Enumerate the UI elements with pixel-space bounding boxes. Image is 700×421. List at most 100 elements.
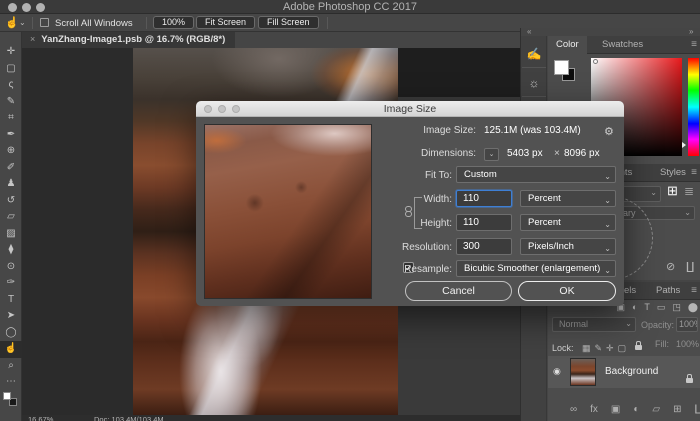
fill-screen-button[interactable]: Fill Screen <box>258 16 319 29</box>
tool-quick-selection[interactable]: ✎ <box>0 94 22 111</box>
tool-lasso[interactable]: ς <box>0 77 22 94</box>
tab-color[interactable]: Color <box>548 36 587 54</box>
tool-eraser[interactable]: ▱ <box>0 209 22 226</box>
fit-screen-button[interactable]: Fit Screen <box>196 16 255 29</box>
adjustment-layer-icon[interactable]: ◐ <box>633 404 639 415</box>
image-size-label: Image Size: <box>376 125 476 136</box>
layer-row-background[interactable]: ◉ Background <box>548 356 700 388</box>
tool-pen[interactable]: ✑ <box>0 275 22 292</box>
tool-crop[interactable]: ⌗ <box>0 110 22 127</box>
layer-effects-icon[interactable]: fx <box>590 404 598 415</box>
tool-gradient[interactable]: ▨ <box>0 226 22 243</box>
tool-preset-chevron-icon[interactable]: ⌄ <box>19 18 26 27</box>
lock-position-icon[interactable]: ✛ <box>606 343 614 353</box>
tab-paths[interactable]: Paths <box>648 282 688 300</box>
zoom-100-button[interactable]: 100% <box>153 16 194 29</box>
link-layers-icon[interactable]: ∞ <box>570 404 577 415</box>
scroll-all-windows-checkbox[interactable] <box>40 18 49 27</box>
color-picker-marker[interactable] <box>593 59 598 64</box>
delete-style-icon[interactable]: ∐ <box>686 260 694 273</box>
document-tab[interactable]: ×YanZhang-Image1.psb @ 16.7% (RGB/8*) <box>22 32 235 48</box>
opacity-value-field[interactable]: 100% <box>676 317 698 332</box>
list-view-icon[interactable]: ≣ <box>684 184 694 198</box>
blend-mode-dropdown[interactable]: Normal ⌄ <box>552 317 636 332</box>
photoshop-window: Adobe Photoshop CC 2017 ☝ ⌄ Scroll All W… <box>0 0 700 421</box>
dialog-titlebar[interactable]: Image Size <box>196 101 624 117</box>
panel-menu-icon[interactable]: ≡ <box>691 285 697 296</box>
tool-blur[interactable]: ⧫ <box>0 242 22 259</box>
brush-panel-icon[interactable]: ✍ <box>522 40 546 68</box>
width-unit-dropdown[interactable]: Percent ⌄ <box>520 190 616 207</box>
cancel-button[interactable]: Cancel <box>405 281 512 301</box>
hue-slider-pointer[interactable] <box>682 142 686 148</box>
tool-brush[interactable]: ✐ <box>0 160 22 177</box>
tool-dodge[interactable]: ⊙ <box>0 259 22 276</box>
filter-adjustment-layers-icon[interactable]: ◐ <box>632 302 637 313</box>
dialog-close-button[interactable] <box>204 105 212 113</box>
height-unit-dropdown[interactable]: Percent ⌄ <box>520 214 616 231</box>
tool-path-selection[interactable]: ➤ <box>0 308 22 325</box>
height-input[interactable] <box>456 214 512 231</box>
tab-close-icon[interactable]: × <box>30 34 35 44</box>
lock-all-icon[interactable] <box>635 345 642 350</box>
new-layer-icon[interactable]: ⊞ <box>673 404 681 415</box>
filter-toggle-icon[interactable]: ⬤ <box>688 302 698 313</box>
filter-type-layers-icon[interactable]: T <box>644 302 650 313</box>
filter-smart-objects-icon[interactable]: ◳ <box>672 302 681 313</box>
layer-visibility-eye-icon[interactable]: ◉ <box>553 366 561 377</box>
resolution-unit-dropdown[interactable]: Pixels/Inch ⌄ <box>520 238 616 255</box>
dialog-minimize-button[interactable] <box>218 105 226 113</box>
resample-dropdown[interactable]: Bicubic Smoother (enlargement) ⌄ <box>456 260 616 277</box>
panel-menu-icon[interactable]: ≡ <box>691 39 697 50</box>
layer-thumbnail[interactable] <box>570 358 596 386</box>
tool-clone-stamp[interactable]: ♟ <box>0 176 22 193</box>
resolution-input[interactable] <box>456 238 512 255</box>
dialog-zoom-button[interactable] <box>232 105 240 113</box>
ok-button[interactable]: OK <box>518 281 616 301</box>
expand-dock-icon[interactable]: » <box>689 27 693 36</box>
filter-shape-layers-icon[interactable]: ▭ <box>657 302 666 313</box>
lock-image-pixels-icon[interactable]: ✎ <box>594 343 602 353</box>
layer-filter-row: ▣◐T▭◳⬤ <box>616 302 698 313</box>
adjustments-panel-icon[interactable]: ☼ <box>522 69 546 97</box>
opacity-value: 100% <box>679 319 698 329</box>
grid-view-icon[interactable]: ⊞ <box>667 183 678 199</box>
foreground-color-swatch[interactable] <box>3 392 11 400</box>
tool-edit-toolbar[interactable]: ⋯ <box>0 374 22 391</box>
dimensions-multiply-sign: × <box>554 148 560 159</box>
fill-value[interactable]: 100% <box>676 339 699 349</box>
panel-foreground-swatch[interactable] <box>554 60 569 75</box>
hide-style-icon[interactable]: ⊘ <box>666 260 675 273</box>
tool-move[interactable]: ✛ <box>0 44 22 61</box>
tool-shape-ellipse[interactable]: ◯ <box>0 325 22 342</box>
collapse-dock-icon[interactable]: « <box>527 27 531 36</box>
width-input[interactable] <box>456 190 512 207</box>
delete-layer-icon[interactable]: ∐ <box>695 404 700 415</box>
width-unit-value: Percent <box>528 193 561 204</box>
scroll-all-windows-label: Scroll All Windows <box>55 18 133 29</box>
panel-menu-icon[interactable]: ≡ <box>691 167 697 178</box>
resolution-label: Resolution: <box>352 242 452 253</box>
link-icon[interactable] <box>405 211 412 217</box>
tab-styles[interactable]: Styles <box>652 164 694 182</box>
hue-slider[interactable] <box>688 58 699 156</box>
chevron-down-icon: ⌄ <box>684 208 691 217</box>
image-size-preview[interactable] <box>204 124 372 299</box>
tool-spot-healing[interactable]: ⊕ <box>0 143 22 160</box>
dimensions-unit-dropdown[interactable]: ⌄ <box>484 148 499 161</box>
tool-type[interactable]: T <box>0 292 22 309</box>
lock-artboard-icon[interactable]: ▢ <box>618 343 627 353</box>
gear-icon[interactable]: ⚙ <box>604 125 614 138</box>
layer-mask-icon[interactable]: ▣ <box>611 404 620 415</box>
lock-transparent-pixels-icon[interactable]: ▦ <box>582 343 591 353</box>
zoom-level-field[interactable]: 16.67% <box>28 415 53 421</box>
tool-rectangular-marquee[interactable]: ▢ <box>0 61 22 78</box>
tool-history-brush[interactable]: ↺ <box>0 193 22 210</box>
fit-to-dropdown[interactable]: Custom ⌄ <box>456 166 616 183</box>
doc-size-info: Doc: 103.4M/103.4M <box>94 415 164 421</box>
tab-swatches[interactable]: Swatches <box>594 36 651 54</box>
tool-hand[interactable]: ☝ <box>0 341 22 358</box>
tool-zoom[interactable]: ⌕ <box>0 358 22 375</box>
new-group-icon[interactable]: ▱ <box>652 404 660 415</box>
tool-eyedropper[interactable]: ✒ <box>0 127 22 144</box>
